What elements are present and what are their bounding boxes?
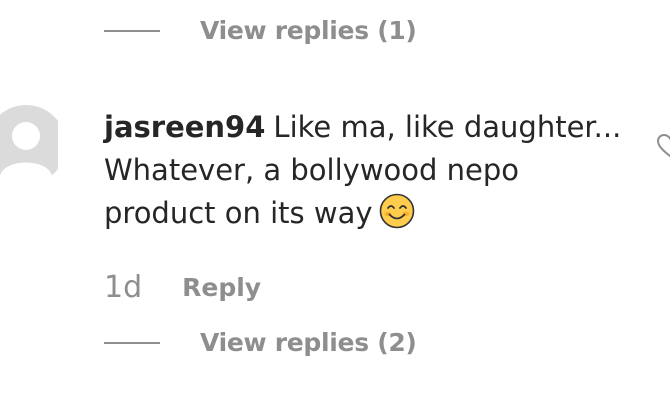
comment-timestamp: 1d xyxy=(104,270,143,305)
comment-username[interactable]: jasreen94 xyxy=(104,110,265,144)
comment-meta: 1d Reply xyxy=(104,270,261,305)
heart-icon[interactable] xyxy=(656,133,670,159)
view-replies-button[interactable]: View replies (1) xyxy=(104,16,417,45)
comment-body: jasreen94 Like ma, like daughter... Whate… xyxy=(104,106,634,235)
view-replies-button[interactable]: View replies (2) xyxy=(104,328,417,357)
default-avatar-icon xyxy=(0,105,58,186)
view-replies-label: View replies (2) xyxy=(200,328,417,357)
smiling-face-emoji-icon xyxy=(379,193,415,229)
view-replies-label: View replies (1) xyxy=(200,16,417,45)
replies-divider-line xyxy=(104,341,160,344)
replies-divider-line xyxy=(104,29,160,32)
avatar[interactable] xyxy=(0,104,58,186)
reply-button[interactable]: Reply xyxy=(182,273,261,302)
comments-panel: View replies (1) jasreen94 Like ma, like … xyxy=(0,0,670,412)
